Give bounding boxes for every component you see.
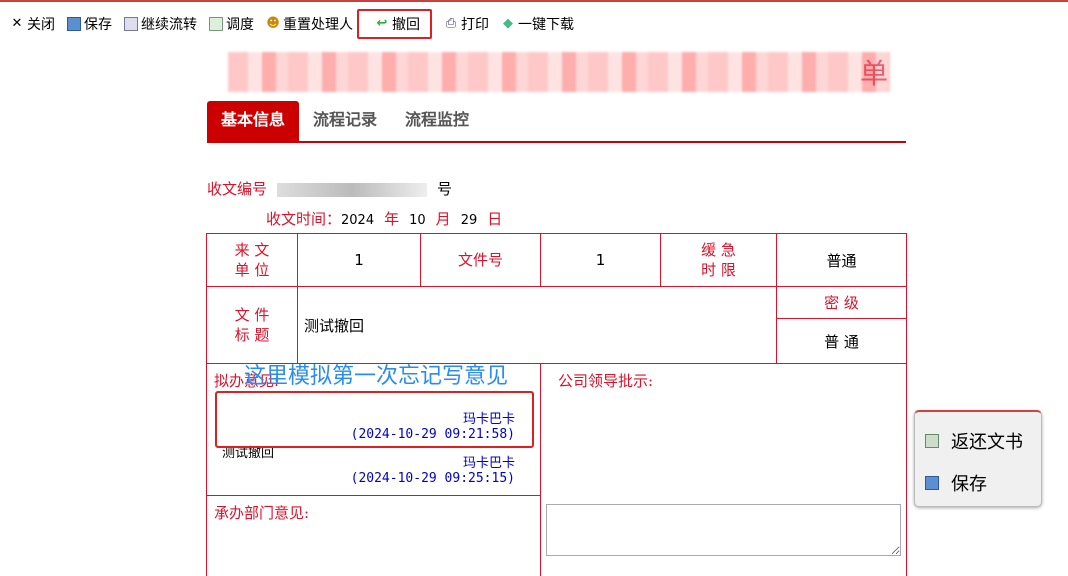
form-title-suffix: 单	[860, 57, 889, 90]
file-title-value: 测试撤回	[297, 286, 777, 364]
dispatch-icon	[209, 17, 223, 31]
reset-handler-button[interactable]: ☻ 重置处理人	[266, 12, 353, 36]
close-icon: ✕	[11, 16, 23, 31]
form-title-blurred	[228, 52, 890, 92]
doc-number-masked	[277, 182, 428, 197]
return-document-button[interactable]: 返还文书	[925, 428, 1041, 454]
return-icon	[925, 434, 939, 448]
receive-time: 收文时间：2024 年 10 月 29 日	[266, 210, 503, 228]
dispatch-button[interactable]: 调度	[209, 12, 254, 36]
close-button[interactable]: ✕ 关闭	[10, 12, 55, 36]
opinion-2-signature: 玛卡巴卡 (2024-10-29 09:25:15)	[350, 456, 515, 486]
annotation-note: 这里模拟第一次忘记写意见	[244, 364, 509, 389]
save-icon	[67, 17, 81, 31]
floating-action-panel: 返还文书 保存	[914, 410, 1042, 507]
secret-label: 密 级	[776, 286, 907, 319]
leader-instruction-input[interactable]	[546, 504, 901, 556]
continue-flow-button[interactable]: 继续流转	[124, 12, 197, 36]
leader-instruction-label: 公司领导批示:	[558, 372, 654, 390]
toolbar: ✕ 关闭 保存 继续流转 调度 ☻ 重置处理人 ↩ 撤回 ⎙ 打印 ◆ 一键下载	[10, 9, 586, 39]
doc-number: 收文编号号	[207, 180, 453, 198]
tab-basic-info[interactable]: 基本信息	[207, 101, 300, 141]
tab-flow-monitor[interactable]: 流程监控	[391, 101, 483, 141]
print-icon: ⎙	[445, 16, 457, 31]
users-icon: ☻	[266, 16, 280, 31]
save-icon	[925, 476, 939, 490]
urgency-label: 缓 急 时 限	[701, 241, 736, 279]
popup-save-button[interactable]: 保存	[925, 470, 1041, 496]
file-no-label: 文件号	[420, 233, 541, 287]
file-no-value: 1	[540, 233, 661, 287]
tab-flow-record[interactable]: 流程记录	[299, 101, 391, 141]
dept-opinion-cell: 承办部门意见:	[206, 495, 541, 576]
from-unit-value: 1	[297, 233, 421, 287]
from-unit-label: 来 文 单 位	[234, 241, 270, 279]
dept-opinion-label: 承办部门意见:	[214, 504, 310, 522]
urgency-value: 普通	[776, 233, 907, 287]
undo-icon: ↩	[376, 16, 388, 31]
forward-icon	[124, 17, 138, 31]
top-border	[0, 0, 1068, 2]
file-title-label: 文 件 标 题	[234, 306, 270, 344]
tab-bar: 基本信息 流程记录 流程监控	[207, 101, 906, 143]
highlight-box	[215, 391, 534, 448]
undo-button[interactable]: ↩ 撤回	[357, 9, 432, 39]
download-icon: ◆	[503, 16, 513, 31]
download-button[interactable]: ◆ 一键下载	[501, 12, 574, 36]
secret-value: 普 通	[776, 318, 907, 364]
print-button[interactable]: ⎙ 打印	[444, 12, 489, 36]
save-button[interactable]: 保存	[67, 12, 112, 36]
